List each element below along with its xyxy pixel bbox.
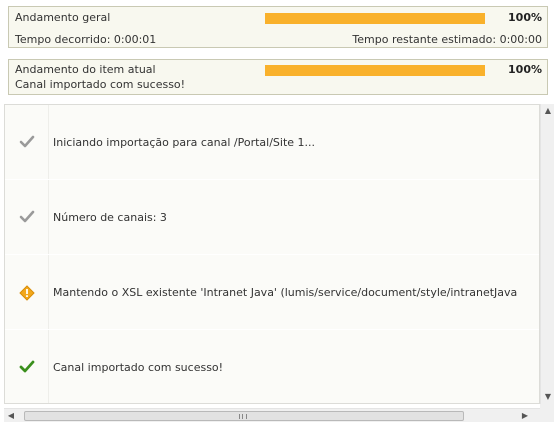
scroll-right-arrow-icon[interactable]: ▶ [518,409,532,423]
current-item-status-row: Canal importado com sucesso! [9,76,547,94]
scroll-up-arrow-icon[interactable]: ▲ [541,104,555,118]
log-entry: Número de canais: 3 [5,180,539,255]
warning-icon [19,285,35,301]
log-entry: Iniciando importação para canal /Portal/… [5,105,539,180]
import-log-list[interactable]: Iniciando importação para canal /Portal/… [4,104,540,404]
overall-progress-label: Andamento geral [15,11,111,24]
horizontal-scroll-thumb[interactable] [24,411,464,421]
scroll-left-arrow-icon[interactable]: ◀ [4,409,18,423]
current-item-progress-panel: Andamento do item atual 100% Canal impor… [8,59,548,95]
scrollbar-corner [540,404,554,422]
overall-progress-percent: 100% [508,11,542,24]
overall-progress-bar [265,13,485,24]
overall-progress-panel: Andamento geral 100% Tempo decorrido: 0:… [8,6,548,48]
log-entry: Canal importado com sucesso! [5,330,539,403]
log-entry-text: Canal importado com sucesso! [53,361,224,374]
current-item-progress-label: Andamento do item atual [15,63,156,76]
remaining-time: Tempo restante estimado: 0:00:00 [352,33,542,46]
current-item-progress-bar [265,65,485,76]
overall-progress-row: Andamento geral 100% [9,9,547,27]
current-item-progress-fill [265,65,485,76]
elapsed-time: Tempo decorrido: 0:00:01 [15,33,157,46]
check-gray-icon [19,210,35,223]
check-gray-icon [19,135,35,148]
current-item-progress-percent: 100% [508,63,542,76]
log-entry-text: Mantendo o XSL existente 'Intranet Java'… [53,286,518,299]
log-entry-icon-cell [5,255,49,329]
log-entry-text: Iniciando importação para canal /Portal/… [53,136,316,149]
check-green-icon [19,360,35,373]
log-entry-text: Número de canais: 3 [53,211,167,224]
current-item-status: Canal importado com sucesso! [15,78,186,91]
log-entry-icon-cell [5,105,49,179]
log-entry-icon-cell [5,330,49,403]
log-entry-icon-cell [5,180,49,254]
overall-time-row: Tempo decorrido: 0:00:01 Tempo restante … [9,31,547,49]
scroll-down-arrow-icon[interactable]: ▼ [541,390,555,404]
log-entry: Mantendo o XSL existente 'Intranet Java'… [5,255,539,330]
scroll-grip-icon [239,414,247,419]
overall-progress-fill [265,13,485,24]
horizontal-scrollbar[interactable]: ◀ ▶ [4,408,540,422]
vertical-scrollbar[interactable]: ▲ ▼ [540,104,554,404]
